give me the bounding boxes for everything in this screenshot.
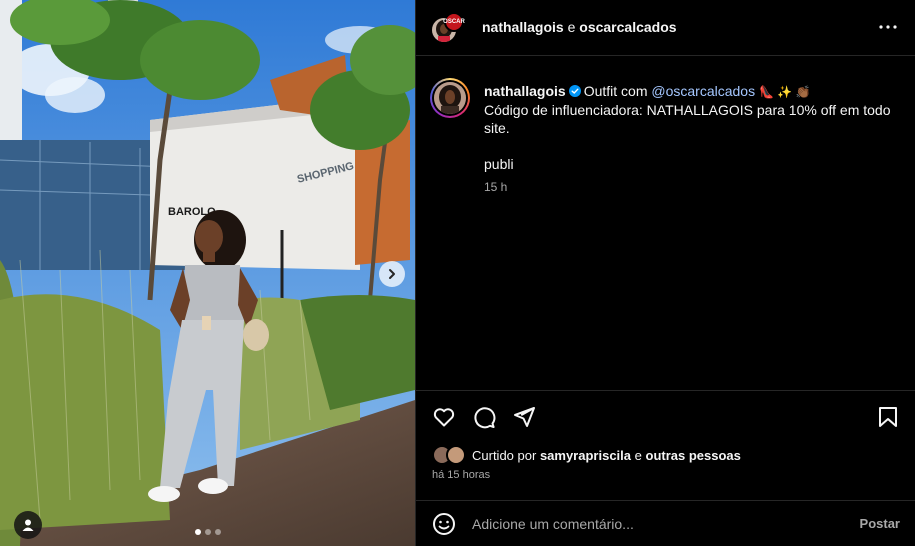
like-button[interactable] [432,405,458,431]
post-photo[interactable]: SHOPPING BAROLO [0,0,415,546]
save-button[interactable] [876,405,902,431]
post-timestamp[interactable]: há 15 horas [432,469,490,481]
instagram-post: SHOPPING BAROLO OSCAR nathallagois e osc… [0,0,915,546]
caption-mention[interactable]: @oscarcalcados [651,83,755,99]
share-icon [514,407,535,427]
tagged-users-button[interactable] [14,511,42,539]
likes-connector: e [634,447,642,463]
liker-avatar [446,445,466,465]
action-bar [416,390,915,440]
caption-avatar[interactable] [430,78,470,118]
photo-scene: SHOPPING BAROLO [0,0,415,546]
heart-icon [433,408,455,427]
comment-button[interactable] [472,405,498,431]
carousel-dot-active [195,529,201,535]
emoji-picker-button[interactable] [432,512,456,536]
caption-avatar-photo [434,82,466,114]
likes-user[interactable]: samyrapriscila [540,448,631,463]
chevron-right-icon [389,269,395,279]
carousel-next-button[interactable] [379,261,405,287]
likes-summary: Curtido por samyrapriscila e outras pess… [432,445,741,465]
post-details-panel: OSCAR nathallagois e oscarcalcados natha… [415,0,915,546]
likes-prefix: Curtido por [472,447,537,463]
caption-line-3: publi [484,156,514,172]
caption-timestamp[interactable]: 15 h [484,180,507,194]
collab-avatars[interactable]: OSCAR [430,12,466,48]
person-icon [22,519,34,531]
more-horizontal-icon [879,25,897,29]
collaborator-username[interactable]: oscarcalcados [579,19,676,35]
caption-intro: Outfit com [583,83,648,99]
author-username[interactable]: nathallagois [482,19,564,35]
header-connector: e [567,19,576,35]
likes-others[interactable]: outras pessoas [646,448,741,463]
share-button[interactable] [512,405,538,431]
post-header: OSCAR nathallagois e oscarcalcados [416,0,915,56]
caption-username[interactable]: nathallagois [484,83,566,99]
caption-text: nathallagois Outfit com @oscarcalcados 👠 … [484,82,894,173]
comment-icon [474,407,496,429]
likers-avatars[interactable] [432,445,468,465]
comment-bar: Postar [416,500,915,546]
post-comment-button[interactable]: Postar [860,516,900,531]
bookmark-icon [879,407,897,427]
comment-input[interactable] [472,513,842,535]
brand-avatar[interactable]: OSCAR [443,12,465,32]
caption-line-2: Código de influenciadora: NATHALLAGOIS p… [484,102,891,136]
header-usernames: nathallagois e oscarcalcados [482,19,677,35]
carousel-indicator [195,529,221,535]
carousel-dot [215,529,221,535]
verified-badge-icon [568,85,581,97]
caption-emojis: 👠 ✨ 👏🏾 [758,85,811,99]
smiley-icon [433,513,455,535]
carousel-dot [205,529,211,535]
more-options-button[interactable] [878,17,898,37]
